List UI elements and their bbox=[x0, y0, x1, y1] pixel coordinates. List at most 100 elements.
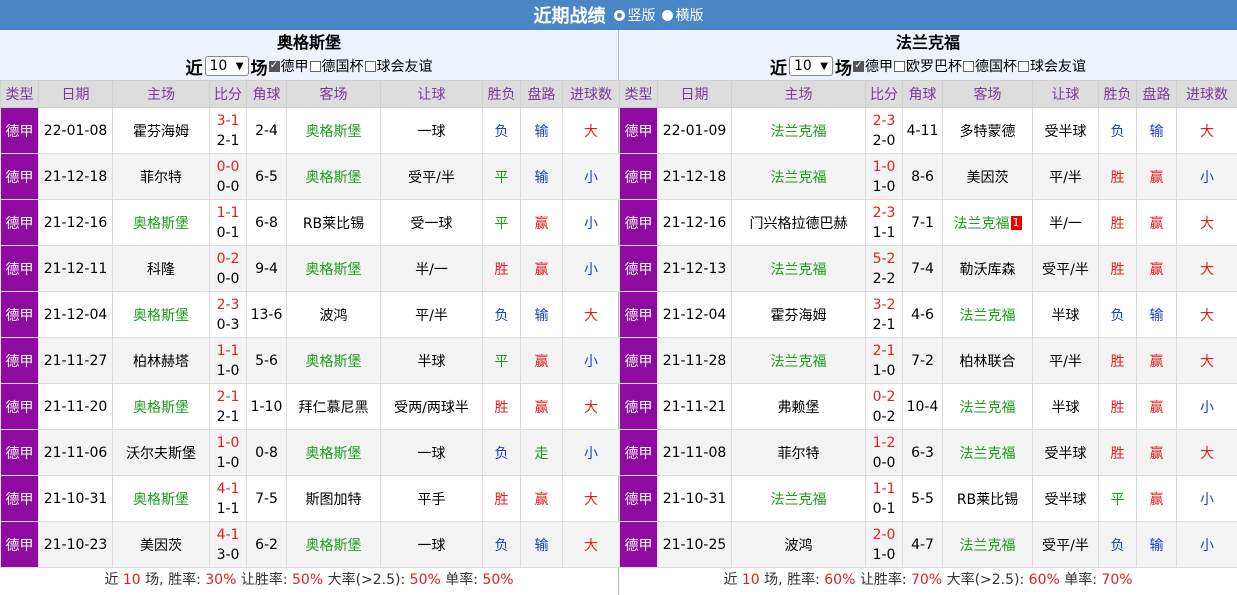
checkbox-unchecked-icon[interactable] bbox=[894, 60, 905, 72]
away-team-name[interactable]: 多特蒙德 bbox=[960, 124, 1016, 140]
home-team-link[interactable]: 科隆 bbox=[112, 245, 210, 292]
full-time-score[interactable]: 1-1 bbox=[211, 341, 246, 361]
league-cell[interactable]: 德甲 bbox=[619, 383, 658, 430]
home-team-link[interactable]: 美因茨 bbox=[112, 521, 210, 568]
score-cell[interactable]: 0-0 0-0 bbox=[209, 153, 247, 200]
away-team-link[interactable]: RB莱比锡 bbox=[942, 475, 1033, 522]
away-team-name[interactable]: 奥格斯堡 bbox=[306, 446, 362, 462]
score-cell[interactable]: 2-3 0-3 bbox=[209, 291, 247, 338]
away-team-link[interactable]: RB莱比锡 bbox=[286, 199, 381, 246]
full-time-score[interactable]: 5-2 bbox=[867, 249, 902, 269]
checkbox-unchecked-icon[interactable] bbox=[309, 60, 321, 72]
away-team-link[interactable]: 奥格斯堡 bbox=[286, 107, 381, 154]
league-cell[interactable]: 德甲 bbox=[619, 199, 658, 246]
away-team-name[interactable]: 法兰克福 bbox=[960, 308, 1016, 324]
away-team-name[interactable]: 法兰克福 bbox=[960, 538, 1016, 554]
home-team-link[interactable]: 法兰克福 bbox=[731, 337, 866, 384]
league-cell[interactable]: 德甲 bbox=[0, 291, 39, 338]
away-team-name[interactable]: 拜仁慕尼黑 bbox=[299, 400, 369, 416]
league-cell[interactable]: 德甲 bbox=[619, 337, 658, 384]
full-time-score[interactable]: 0-2 bbox=[211, 249, 246, 269]
away-team-link[interactable]: 奥格斯堡 bbox=[286, 521, 381, 568]
league-filter-checkbox[interactable]: ✓ 德甲 bbox=[852, 56, 893, 76]
league-cell[interactable]: 德甲 bbox=[0, 383, 39, 430]
full-time-score[interactable]: 3-1 bbox=[211, 111, 246, 131]
match-count-select[interactable]: 10 ▼ bbox=[789, 56, 833, 76]
full-time-score[interactable]: 2-1 bbox=[867, 341, 902, 361]
checkbox-checked-icon[interactable]: ✓ bbox=[853, 60, 864, 72]
home-team-link[interactable]: 奥格斯堡 bbox=[112, 475, 210, 522]
full-time-score[interactable]: 1-2 bbox=[867, 433, 902, 453]
away-team-link[interactable]: 奥格斯堡 bbox=[286, 337, 381, 384]
score-cell[interactable]: 2-1 1-0 bbox=[865, 337, 903, 384]
away-team-link[interactable]: 法兰克福 bbox=[942, 383, 1033, 430]
away-team-link[interactable]: 勒沃库森 bbox=[942, 245, 1033, 292]
away-team-name[interactable]: 奥格斯堡 bbox=[306, 538, 362, 554]
checkbox-unchecked-icon[interactable] bbox=[364, 60, 376, 72]
home-team-link[interactable]: 法兰克福 bbox=[731, 107, 866, 154]
away-team-name[interactable]: 奥格斯堡 bbox=[306, 262, 362, 278]
league-cell[interactable]: 德甲 bbox=[0, 337, 39, 384]
score-cell[interactable]: 1-1 0-1 bbox=[209, 199, 247, 246]
league-filter-checkbox[interactable]: 球会友谊 bbox=[364, 56, 433, 76]
league-filter-checkbox[interactable]: 欧罗巴杯 bbox=[893, 56, 962, 76]
score-cell[interactable]: 3-2 2-1 bbox=[865, 291, 903, 338]
home-team-link[interactable]: 奥格斯堡 bbox=[112, 291, 210, 338]
full-time-score[interactable]: 2-3 bbox=[211, 295, 246, 315]
away-team-link[interactable]: 美因茨 bbox=[942, 153, 1033, 200]
away-team-name[interactable]: RB莱比锡 bbox=[303, 216, 364, 232]
score-cell[interactable]: 2-3 2-0 bbox=[865, 107, 903, 154]
league-cell[interactable]: 德甲 bbox=[0, 199, 39, 246]
score-cell[interactable]: 3-1 2-1 bbox=[209, 107, 247, 154]
league-cell[interactable]: 德甲 bbox=[619, 429, 658, 476]
league-cell[interactable]: 德甲 bbox=[619, 107, 658, 154]
away-team-name[interactable]: 奥格斯堡 bbox=[306, 354, 362, 370]
score-cell[interactable]: 5-2 2-2 bbox=[865, 245, 903, 292]
away-team-name[interactable]: 法兰克福 bbox=[960, 446, 1016, 462]
full-time-score[interactable]: 2-1 bbox=[211, 387, 246, 407]
home-team-link[interactable]: 柏林赫塔 bbox=[112, 337, 210, 384]
away-team-link[interactable]: 奥格斯堡 bbox=[286, 429, 381, 476]
home-team-link[interactable]: 法兰克福 bbox=[731, 475, 866, 522]
full-time-score[interactable]: 2-3 bbox=[867, 203, 902, 223]
home-team-link[interactable]: 法兰克福 bbox=[731, 153, 866, 200]
checkbox-unchecked-icon[interactable] bbox=[963, 60, 974, 72]
league-cell[interactable]: 德甲 bbox=[0, 521, 39, 568]
league-filter-checkbox[interactable]: ✓ 德甲 bbox=[268, 56, 309, 76]
full-time-score[interactable]: 2-3 bbox=[867, 111, 902, 131]
radio-unchecked-icon[interactable] bbox=[661, 9, 673, 21]
full-time-score[interactable]: 1-0 bbox=[867, 157, 902, 177]
away-team-name[interactable]: 勒沃库森 bbox=[960, 262, 1016, 278]
home-team-link[interactable]: 霍芬海姆 bbox=[112, 107, 210, 154]
league-cell[interactable]: 德甲 bbox=[619, 153, 658, 200]
away-team-link[interactable]: 柏林联合 bbox=[942, 337, 1033, 384]
score-cell[interactable]: 2-3 1-1 bbox=[865, 199, 903, 246]
score-cell[interactable]: 0-2 0-0 bbox=[209, 245, 247, 292]
checkbox-checked-icon[interactable]: ✓ bbox=[268, 60, 280, 72]
home-team-link[interactable]: 法兰克福 bbox=[731, 245, 866, 292]
home-team-link[interactable]: 奥格斯堡 bbox=[112, 199, 210, 246]
home-team-link[interactable]: 弗赖堡 bbox=[731, 383, 866, 430]
full-time-score[interactable]: 4-1 bbox=[211, 525, 246, 545]
radio-checked-icon[interactable] bbox=[613, 9, 625, 21]
league-filter-checkbox[interactable]: 德国杯 bbox=[962, 56, 1017, 76]
league-cell[interactable]: 德甲 bbox=[619, 245, 658, 292]
home-team-link[interactable]: 沃尔夫斯堡 bbox=[112, 429, 210, 476]
league-cell[interactable]: 德甲 bbox=[0, 429, 39, 476]
full-time-score[interactable]: 2-0 bbox=[867, 525, 902, 545]
home-team-link[interactable]: 霍芬海姆 bbox=[731, 291, 866, 338]
full-time-score[interactable]: 1-0 bbox=[211, 433, 246, 453]
home-team-link[interactable]: 奥格斯堡 bbox=[112, 383, 210, 430]
checkbox-unchecked-icon[interactable] bbox=[1018, 60, 1029, 72]
score-cell[interactable]: 2-0 1-0 bbox=[865, 521, 903, 568]
score-cell[interactable]: 1-2 0-0 bbox=[865, 429, 903, 476]
league-cell[interactable]: 德甲 bbox=[0, 245, 39, 292]
score-cell[interactable]: 4-1 1-1 bbox=[209, 475, 247, 522]
league-cell[interactable]: 德甲 bbox=[619, 291, 658, 338]
away-team-name[interactable]: 柏林联合 bbox=[960, 354, 1016, 370]
score-cell[interactable]: 1-0 1-0 bbox=[865, 153, 903, 200]
away-team-link[interactable]: 多特蒙德 bbox=[942, 107, 1033, 154]
away-team-name[interactable]: 法兰克福 bbox=[960, 400, 1016, 416]
away-team-name[interactable]: 法兰克福 bbox=[954, 216, 1010, 232]
score-cell[interactable]: 0-2 0-2 bbox=[865, 383, 903, 430]
